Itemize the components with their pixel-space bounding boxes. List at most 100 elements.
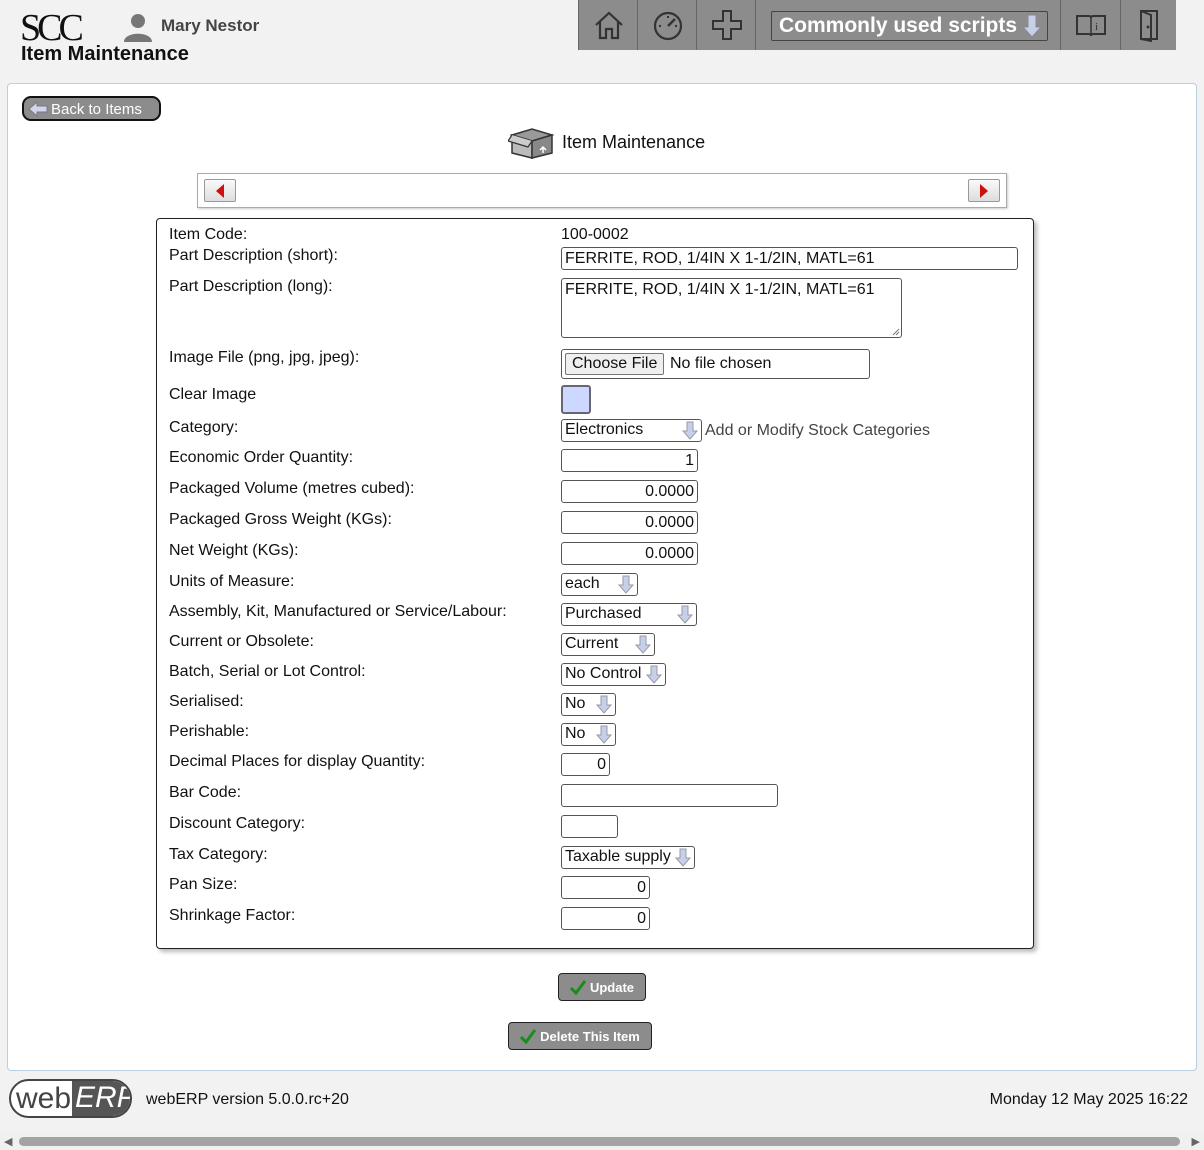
- packaged-volume-label: Packaged Volume (metres cubed):: [169, 480, 415, 497]
- package-box-icon: [508, 128, 555, 159]
- page-heading: Item Maintenance: [508, 125, 705, 159]
- discount-category-input[interactable]: [561, 815, 618, 838]
- commonly-used-scripts-select[interactable]: Commonly used scripts: [771, 11, 1048, 41]
- discount-category-label: Discount Category:: [169, 815, 306, 832]
- home-icon: [594, 11, 623, 40]
- svg-text:i: i: [1095, 21, 1098, 33]
- header: SCC Mary Nestor Item Maintenance Commonl…: [0, 0, 1204, 80]
- back-to-items-label: Back to Items: [51, 100, 142, 118]
- packaged-volume-input[interactable]: [561, 480, 698, 503]
- short-description-label: Part Description (short):: [169, 247, 338, 264]
- shrinkage-factor-label: Shrinkage Factor:: [169, 907, 296, 924]
- batch-control-selected-value: No Control: [565, 665, 642, 682]
- logout-button[interactable]: [1120, 0, 1176, 50]
- chevron-down-icon: [682, 421, 698, 440]
- version-text: webERP version 5.0.0.rc+20: [146, 1091, 349, 1108]
- units-of-measure-select[interactable]: each: [561, 573, 638, 596]
- book-icon: i: [1075, 15, 1106, 37]
- chevron-down-icon: [596, 725, 612, 744]
- clear-image-label: Clear Image: [169, 386, 257, 403]
- user-icon: [124, 14, 152, 42]
- short-description-input[interactable]: [561, 247, 1018, 270]
- chevron-down-icon: [1021, 14, 1043, 38]
- image-file-input[interactable]: Choose File No file chosen: [561, 349, 870, 379]
- obsolete-selected-value: Current: [565, 635, 619, 652]
- horizontal-scrollbar[interactable]: ◀ ▶: [0, 1133, 1204, 1150]
- shrinkage-factor-input[interactable]: [561, 907, 650, 930]
- chevron-down-icon: [646, 665, 662, 684]
- app-title: Item Maintenance: [21, 43, 189, 65]
- gross-weight-input[interactable]: [561, 511, 698, 534]
- dashboard-gauge-icon: [653, 11, 682, 41]
- tax-category-select[interactable]: Taxable supply: [561, 846, 695, 869]
- logout-door-icon: [1139, 10, 1158, 42]
- back-to-items-button[interactable]: Back to Items: [22, 96, 161, 121]
- scroll-right-icon[interactable]: ▶: [1192, 1135, 1200, 1148]
- chevron-down-icon: [675, 848, 691, 867]
- scripts-menu-label: Commonly used scripts: [779, 14, 1018, 37]
- plus-icon: [711, 10, 742, 40]
- scrollbar-thumb[interactable]: [19, 1137, 1180, 1146]
- mbflag-select[interactable]: Purchased: [561, 603, 697, 626]
- category-select[interactable]: Electronics: [561, 419, 702, 442]
- delete-item-button[interactable]: Delete This Item: [508, 1022, 652, 1050]
- obsolete-label: Current or Obsolete:: [169, 633, 314, 650]
- update-button-label: Update: [589, 979, 635, 995]
- item-code-value: 100-0002: [561, 226, 629, 243]
- uom-selected-value: each: [565, 575, 600, 592]
- chevron-down-icon: [618, 575, 634, 594]
- next-item-button[interactable]: [968, 179, 1000, 202]
- home-button[interactable]: [578, 0, 638, 50]
- net-weight-label: Net Weight (KGs):: [169, 542, 299, 559]
- previous-item-button[interactable]: [204, 179, 236, 202]
- dashboard-button[interactable]: [637, 0, 697, 50]
- update-button[interactable]: Update: [558, 973, 646, 1001]
- page-title: Item Maintenance: [562, 131, 706, 152]
- manual-button[interactable]: i: [1060, 0, 1120, 50]
- batch-control-label: Batch, Serial or Lot Control:: [169, 663, 366, 680]
- gross-weight-label: Packaged Gross Weight (KGs):: [169, 511, 392, 528]
- serialised-selected-value: No: [565, 695, 586, 712]
- obsolete-select[interactable]: Current: [561, 633, 655, 656]
- bar-code-input[interactable]: [561, 784, 778, 807]
- modify-stock-categories-link[interactable]: Add or Modify Stock Categories: [705, 422, 930, 440]
- scroll-left-icon[interactable]: ◀: [4, 1135, 12, 1148]
- long-description-label: Part Description (long):: [169, 278, 333, 295]
- triangle-right-icon: [980, 183, 988, 198]
- back-arrow-icon: [28, 101, 48, 117]
- units-of-measure-label: Units of Measure:: [169, 573, 295, 590]
- triangle-left-icon: [216, 183, 224, 198]
- add-button[interactable]: [696, 0, 756, 50]
- clear-image-checkbox[interactable]: [561, 385, 591, 414]
- delete-item-button-label: Delete This Item: [540, 1028, 640, 1044]
- pan-size-input[interactable]: [561, 876, 650, 899]
- no-file-chosen-text: No file chosen: [670, 355, 772, 372]
- perishable-select[interactable]: No: [561, 723, 616, 746]
- bar-code-label: Bar Code:: [169, 784, 242, 801]
- record-navigation-bar: [197, 173, 1007, 208]
- decimal-places-label: Decimal Places for display Quantity:: [169, 753, 426, 770]
- eoq-input[interactable]: [561, 449, 698, 472]
- image-file-label: Image File (png, jpg, jpeg):: [169, 349, 360, 366]
- resize-grip-icon[interactable]: [892, 328, 900, 336]
- long-description-textarea[interactable]: FERRITE, ROD, 1/4IN X 1-1/2IN, MATL=61: [561, 278, 902, 338]
- choose-file-button[interactable]: Choose File: [565, 353, 665, 375]
- net-weight-input[interactable]: [561, 542, 698, 565]
- mbflag-label: Assembly, Kit, Manufactured or Service/L…: [169, 603, 507, 620]
- item-code-label: Item Code:: [169, 226, 248, 243]
- decimal-places-input[interactable]: [561, 753, 610, 776]
- user-name[interactable]: Mary Nestor: [161, 16, 259, 36]
- category-label: Category:: [169, 419, 239, 436]
- mbflag-selected-value: Purchased: [565, 605, 642, 622]
- chevron-down-icon: [635, 635, 651, 654]
- chevron-down-icon: [677, 605, 693, 624]
- checkmark-icon: [569, 980, 586, 995]
- tax-category-selected-value: Taxable supply: [565, 848, 671, 865]
- perishable-selected-value: No: [565, 725, 586, 742]
- logo-erp-text: ERP: [72, 1081, 130, 1116]
- category-selected-value: Electronics: [565, 421, 644, 438]
- batch-control-select[interactable]: No Control: [561, 663, 666, 686]
- weberp-logo[interactable]: web ERP: [9, 1079, 132, 1118]
- perishable-label: Perishable:: [169, 723, 250, 740]
- serialised-select[interactable]: No: [561, 693, 616, 716]
